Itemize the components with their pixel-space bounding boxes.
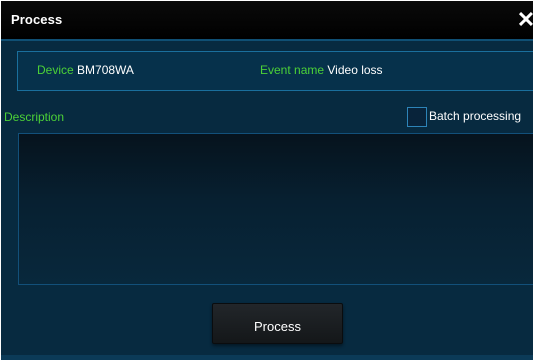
batch-processing-label[interactable]: Batch processing [429,109,521,123]
device-info: Device BM708WA [37,63,134,77]
description-textarea[interactable] [18,133,533,285]
event-name-label: Event name [260,63,325,77]
process-button[interactable]: Process [212,303,343,344]
close-icon[interactable]: ✕ [514,7,533,33]
titlebar-divider [1,39,533,41]
dialog-titlebar: Process ✕ [1,1,533,39]
dialog-title: Process [11,12,63,27]
event-info: Event name Video loss [260,63,383,77]
dialog-bottom-bar [1,355,533,360]
batch-processing-checkbox[interactable] [407,107,427,127]
process-dialog: Process ✕ Device BM708WA Event name Vide… [1,1,533,360]
description-label: Description [4,110,65,124]
device-value: BM708WA [77,63,134,77]
event-name-value: Video loss [327,63,383,77]
event-info-panel: Device BM708WA Event name Video loss [17,51,533,91]
device-label: Device [37,63,74,77]
